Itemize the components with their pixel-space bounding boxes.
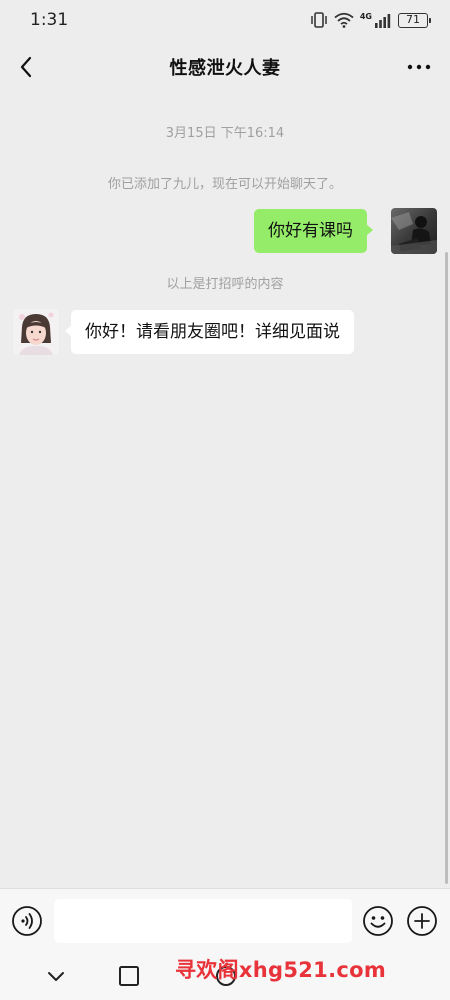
input-bar	[0, 888, 450, 952]
outgoing-message-text: 你好有课吗	[268, 221, 353, 241]
greeting-notice: 以上是打招呼的内容	[166, 277, 284, 292]
incoming-message-bubble[interactable]: 你好！请看朋友圈吧！详细见面说	[65, 310, 354, 354]
chevron-left-icon	[20, 56, 32, 78]
wifi-icon	[334, 12, 354, 28]
my-avatar[interactable]	[391, 208, 437, 254]
incoming-message-text: 你好！请看朋友圈吧！详细见面说	[85, 322, 340, 342]
nav-hide-button[interactable]	[44, 964, 68, 988]
message-timestamp: 3月15日 下午16:14	[165, 126, 285, 141]
nav-recents-button[interactable]	[118, 965, 140, 987]
message-input[interactable]	[54, 899, 352, 943]
scrollbar[interactable]	[445, 252, 448, 884]
system-message-added: 你已添加了九儿，现在可以开始聊天了。	[107, 177, 342, 192]
signal-icon	[375, 13, 391, 28]
message-list[interactable]: 3月15日 下午16:14 你已添加了九儿，现在可以开始聊天了。 你好有课吗 以…	[0, 94, 450, 888]
emoji-button[interactable]	[362, 905, 394, 937]
more-horizontal-icon	[407, 64, 431, 70]
watermark: 寻欢阁xhg521.com	[175, 958, 386, 982]
more-options-button[interactable]	[404, 52, 434, 82]
status-icons: 4G 71	[310, 11, 431, 28]
outgoing-message-bubble[interactable]: 你好有课吗	[254, 209, 373, 253]
network-type-label: 4G	[359, 11, 372, 21]
emoji-icon	[363, 906, 393, 936]
plus-circle-icon	[407, 906, 437, 936]
status-bar: 1:31 4G 71	[0, 0, 450, 40]
vibrate-icon	[311, 12, 327, 28]
battery-indicator: 71	[398, 12, 431, 28]
status-time: 1:31	[30, 10, 69, 30]
voice-icon	[12, 906, 42, 936]
more-functions-button[interactable]	[406, 905, 438, 937]
chevron-down-icon	[48, 972, 64, 981]
battery-level: 71	[406, 12, 420, 26]
my-avatar-image	[391, 208, 437, 254]
contact-avatar-image	[13, 309, 59, 355]
contact-avatar[interactable]	[13, 309, 59, 355]
voice-button[interactable]	[11, 905, 43, 937]
chat-header: 性感泄火人妻	[0, 40, 450, 94]
chat-title: 性感泄火人妻	[169, 58, 281, 79]
back-button[interactable]	[12, 52, 40, 82]
square-icon	[119, 966, 139, 986]
